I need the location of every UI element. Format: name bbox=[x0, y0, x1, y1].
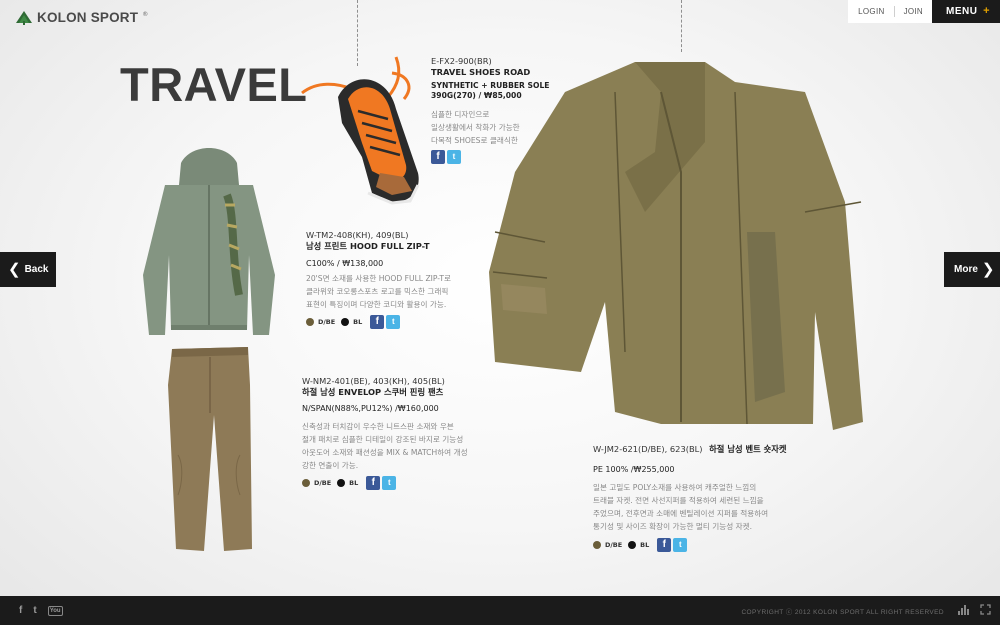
brand-logo[interactable]: KOLON SPORT ® bbox=[14, 9, 148, 25]
facebook-share-icon[interactable]: f bbox=[370, 315, 385, 329]
product-description: 통기성 및 사이즈 확장이 가능한 멀티 기능성 자켓. bbox=[593, 522, 753, 531]
trademark-mark: ® bbox=[142, 11, 149, 18]
footer: f t You COPYRIGHT ⓒ 2012 KOLON SPORT ALL… bbox=[0, 596, 1000, 625]
join-link[interactable]: JOIN bbox=[894, 0, 932, 23]
color-swatch-bl[interactable]: BL bbox=[341, 318, 362, 326]
fullscreen-icon[interactable] bbox=[980, 604, 991, 615]
share-buttons: f t bbox=[366, 476, 397, 490]
brand-name: KOLON SPORT bbox=[37, 9, 139, 25]
color-options: D/BE BL f t bbox=[306, 315, 486, 329]
more-button[interactable]: More ❯ bbox=[944, 252, 1000, 287]
share-buttons: f t bbox=[370, 315, 401, 329]
facebook-share-icon[interactable]: f bbox=[431, 150, 445, 164]
footer-social-links: f t You bbox=[19, 605, 63, 616]
product-shoes: E-FX2-900(BR) TRAVEL SHOES ROAD SYNTHETI… bbox=[431, 56, 561, 164]
hoodie-image[interactable] bbox=[135, 145, 283, 340]
product-price: 390G(270) / ₩85,000 bbox=[431, 91, 522, 100]
product-description: 강한 연출이 가능. bbox=[302, 461, 359, 470]
color-swatch-dbe[interactable]: D/BE bbox=[593, 541, 622, 549]
product-name: 하절 남성 ENVELOP 스쿠버 핀링 팬츠 bbox=[302, 387, 444, 397]
product-name: 남성 프린트 HOOD FULL ZIP-T bbox=[306, 241, 430, 251]
twitter-share-icon[interactable]: t bbox=[386, 315, 401, 329]
color-options: D/BE BL f t bbox=[302, 476, 497, 490]
product-description: 심플한 디자인으로 bbox=[431, 110, 490, 119]
product-description: 아웃도어 소재와 패션성을 MIX & MATCH하여 개성 bbox=[302, 448, 468, 457]
product-code: W-NM2-401(BE), 403(KH), 405(BL) bbox=[302, 376, 445, 386]
equalizer-icon[interactable] bbox=[958, 605, 970, 615]
color-dot bbox=[593, 541, 601, 549]
youtube-icon[interactable]: You bbox=[47, 605, 63, 616]
color-dot bbox=[306, 318, 314, 326]
product-description: 트래블 자켓. 전면 사선지퍼를 적용하여 세련된 느낌을 bbox=[593, 496, 764, 505]
product-code: W-TM2-408(KH), 409(BL) bbox=[306, 230, 409, 240]
top-navigation: LOGIN JOIN MENU + bbox=[848, 0, 1000, 23]
twitter-share-icon[interactable]: t bbox=[673, 538, 688, 552]
color-dot bbox=[628, 541, 637, 549]
color-label: BL bbox=[349, 479, 359, 487]
color-label: D/BE bbox=[318, 318, 336, 326]
product-code-text: W-JM2-621(D/BE), 623(BL) bbox=[593, 444, 703, 454]
menu-label: MENU bbox=[946, 6, 978, 17]
product-description: 표현이 특징이며 다양한 코디와 활용이 가능. bbox=[306, 300, 447, 309]
product-code: E-FX2-900(BR) bbox=[431, 56, 492, 66]
product-name: 하절 남성 벤트 숏자켓 bbox=[709, 444, 787, 454]
facebook-share-icon[interactable]: f bbox=[366, 476, 381, 490]
share-buttons: f t bbox=[431, 150, 461, 164]
twitter-icon[interactable]: t bbox=[33, 605, 36, 616]
facebook-share-icon[interactable]: f bbox=[657, 538, 672, 552]
login-link[interactable]: LOGIN bbox=[848, 0, 894, 23]
plus-icon: + bbox=[983, 5, 990, 17]
tree-logo-icon bbox=[16, 11, 32, 25]
color-dot bbox=[302, 479, 310, 487]
back-label: Back bbox=[24, 264, 49, 275]
chevron-left-icon: ❮ bbox=[8, 261, 21, 278]
page-title: TRAVEL bbox=[120, 58, 308, 111]
product-code: W-JM2-621(D/BE), 623(BL) 하절 남성 벤트 숏자켓 bbox=[593, 444, 808, 455]
copyright-text: COPYRIGHT ⓒ 2012 KOLON SPORT ALL RIGHT R… bbox=[741, 609, 944, 616]
color-label: BL bbox=[353, 318, 363, 326]
shoe-image[interactable] bbox=[292, 53, 424, 209]
product-jacket: W-JM2-621(D/BE), 623(BL) 하절 남성 벤트 숏자켓 PE… bbox=[593, 444, 808, 552]
product-description: 주었으며, 전후면과 소매에 벤틸레이션 지퍼를 적용하여 bbox=[593, 509, 769, 518]
hanging-thread bbox=[681, 0, 682, 52]
color-options: D/BE BL f t bbox=[593, 538, 808, 552]
color-swatch-bl[interactable]: BL bbox=[628, 541, 649, 549]
product-description: 다목적 SHOES로 클래식한 bbox=[431, 136, 518, 145]
facebook-icon[interactable]: f bbox=[19, 605, 22, 616]
product-description: 일상생활에서 착화가 가능한 bbox=[431, 123, 520, 132]
product-description: 신축성과 터치감이 우수한 니트스판 소재와 우븐 bbox=[302, 422, 454, 431]
color-label: D/BE bbox=[605, 541, 623, 549]
product-material: SYNTHETIC + RUBBER SOLE bbox=[431, 81, 550, 90]
color-label: BL bbox=[640, 541, 650, 549]
more-label: More bbox=[954, 264, 978, 275]
product-description: 일본 고밀도 POLY소재를 사용하여 캐주얼한 느낌의 bbox=[593, 483, 757, 492]
color-dot bbox=[337, 479, 346, 487]
product-pants: W-NM2-401(BE), 403(KH), 405(BL) 하절 남성 EN… bbox=[302, 376, 497, 490]
product-name: TRAVEL SHOES ROAD bbox=[431, 67, 531, 77]
chevron-right-icon: ❯ bbox=[981, 261, 995, 278]
share-row: f t bbox=[431, 150, 561, 164]
product-description: 클라위와 코오롱스포츠 로고를 믹스한 그래픽 bbox=[306, 287, 449, 296]
share-buttons: f t bbox=[657, 538, 688, 552]
product-hoodie: W-TM2-408(KH), 409(BL) 남성 프린트 HOOD FULL … bbox=[306, 230, 486, 329]
product-price: C100% / ₩138,000 bbox=[306, 259, 384, 268]
product-price: N/SPAN(N88%,PU12%) /₩160,000 bbox=[302, 404, 439, 413]
pants-image[interactable] bbox=[164, 345, 254, 553]
product-price: PE 100% /₩255,000 bbox=[593, 465, 675, 474]
color-swatch-dbe[interactable]: D/BE bbox=[302, 479, 331, 487]
nav-divider bbox=[893, 0, 895, 23]
color-swatch-dbe[interactable]: D/BE bbox=[306, 318, 335, 326]
product-description: 20'S면 소재를 사용한 HOOD FULL ZIP-T로 bbox=[306, 274, 451, 283]
color-label: D/BE bbox=[314, 479, 332, 487]
color-swatch-bl[interactable]: BL bbox=[337, 479, 358, 487]
twitter-share-icon[interactable]: t bbox=[447, 150, 461, 164]
color-dot bbox=[341, 318, 350, 326]
twitter-share-icon[interactable]: t bbox=[382, 476, 397, 490]
back-button[interactable]: ❮ Back bbox=[0, 252, 56, 287]
product-description: 절개 패치로 심플한 디테일이 강조된 바지로 기능성 bbox=[302, 435, 464, 444]
menu-button[interactable]: MENU + bbox=[932, 0, 1000, 23]
